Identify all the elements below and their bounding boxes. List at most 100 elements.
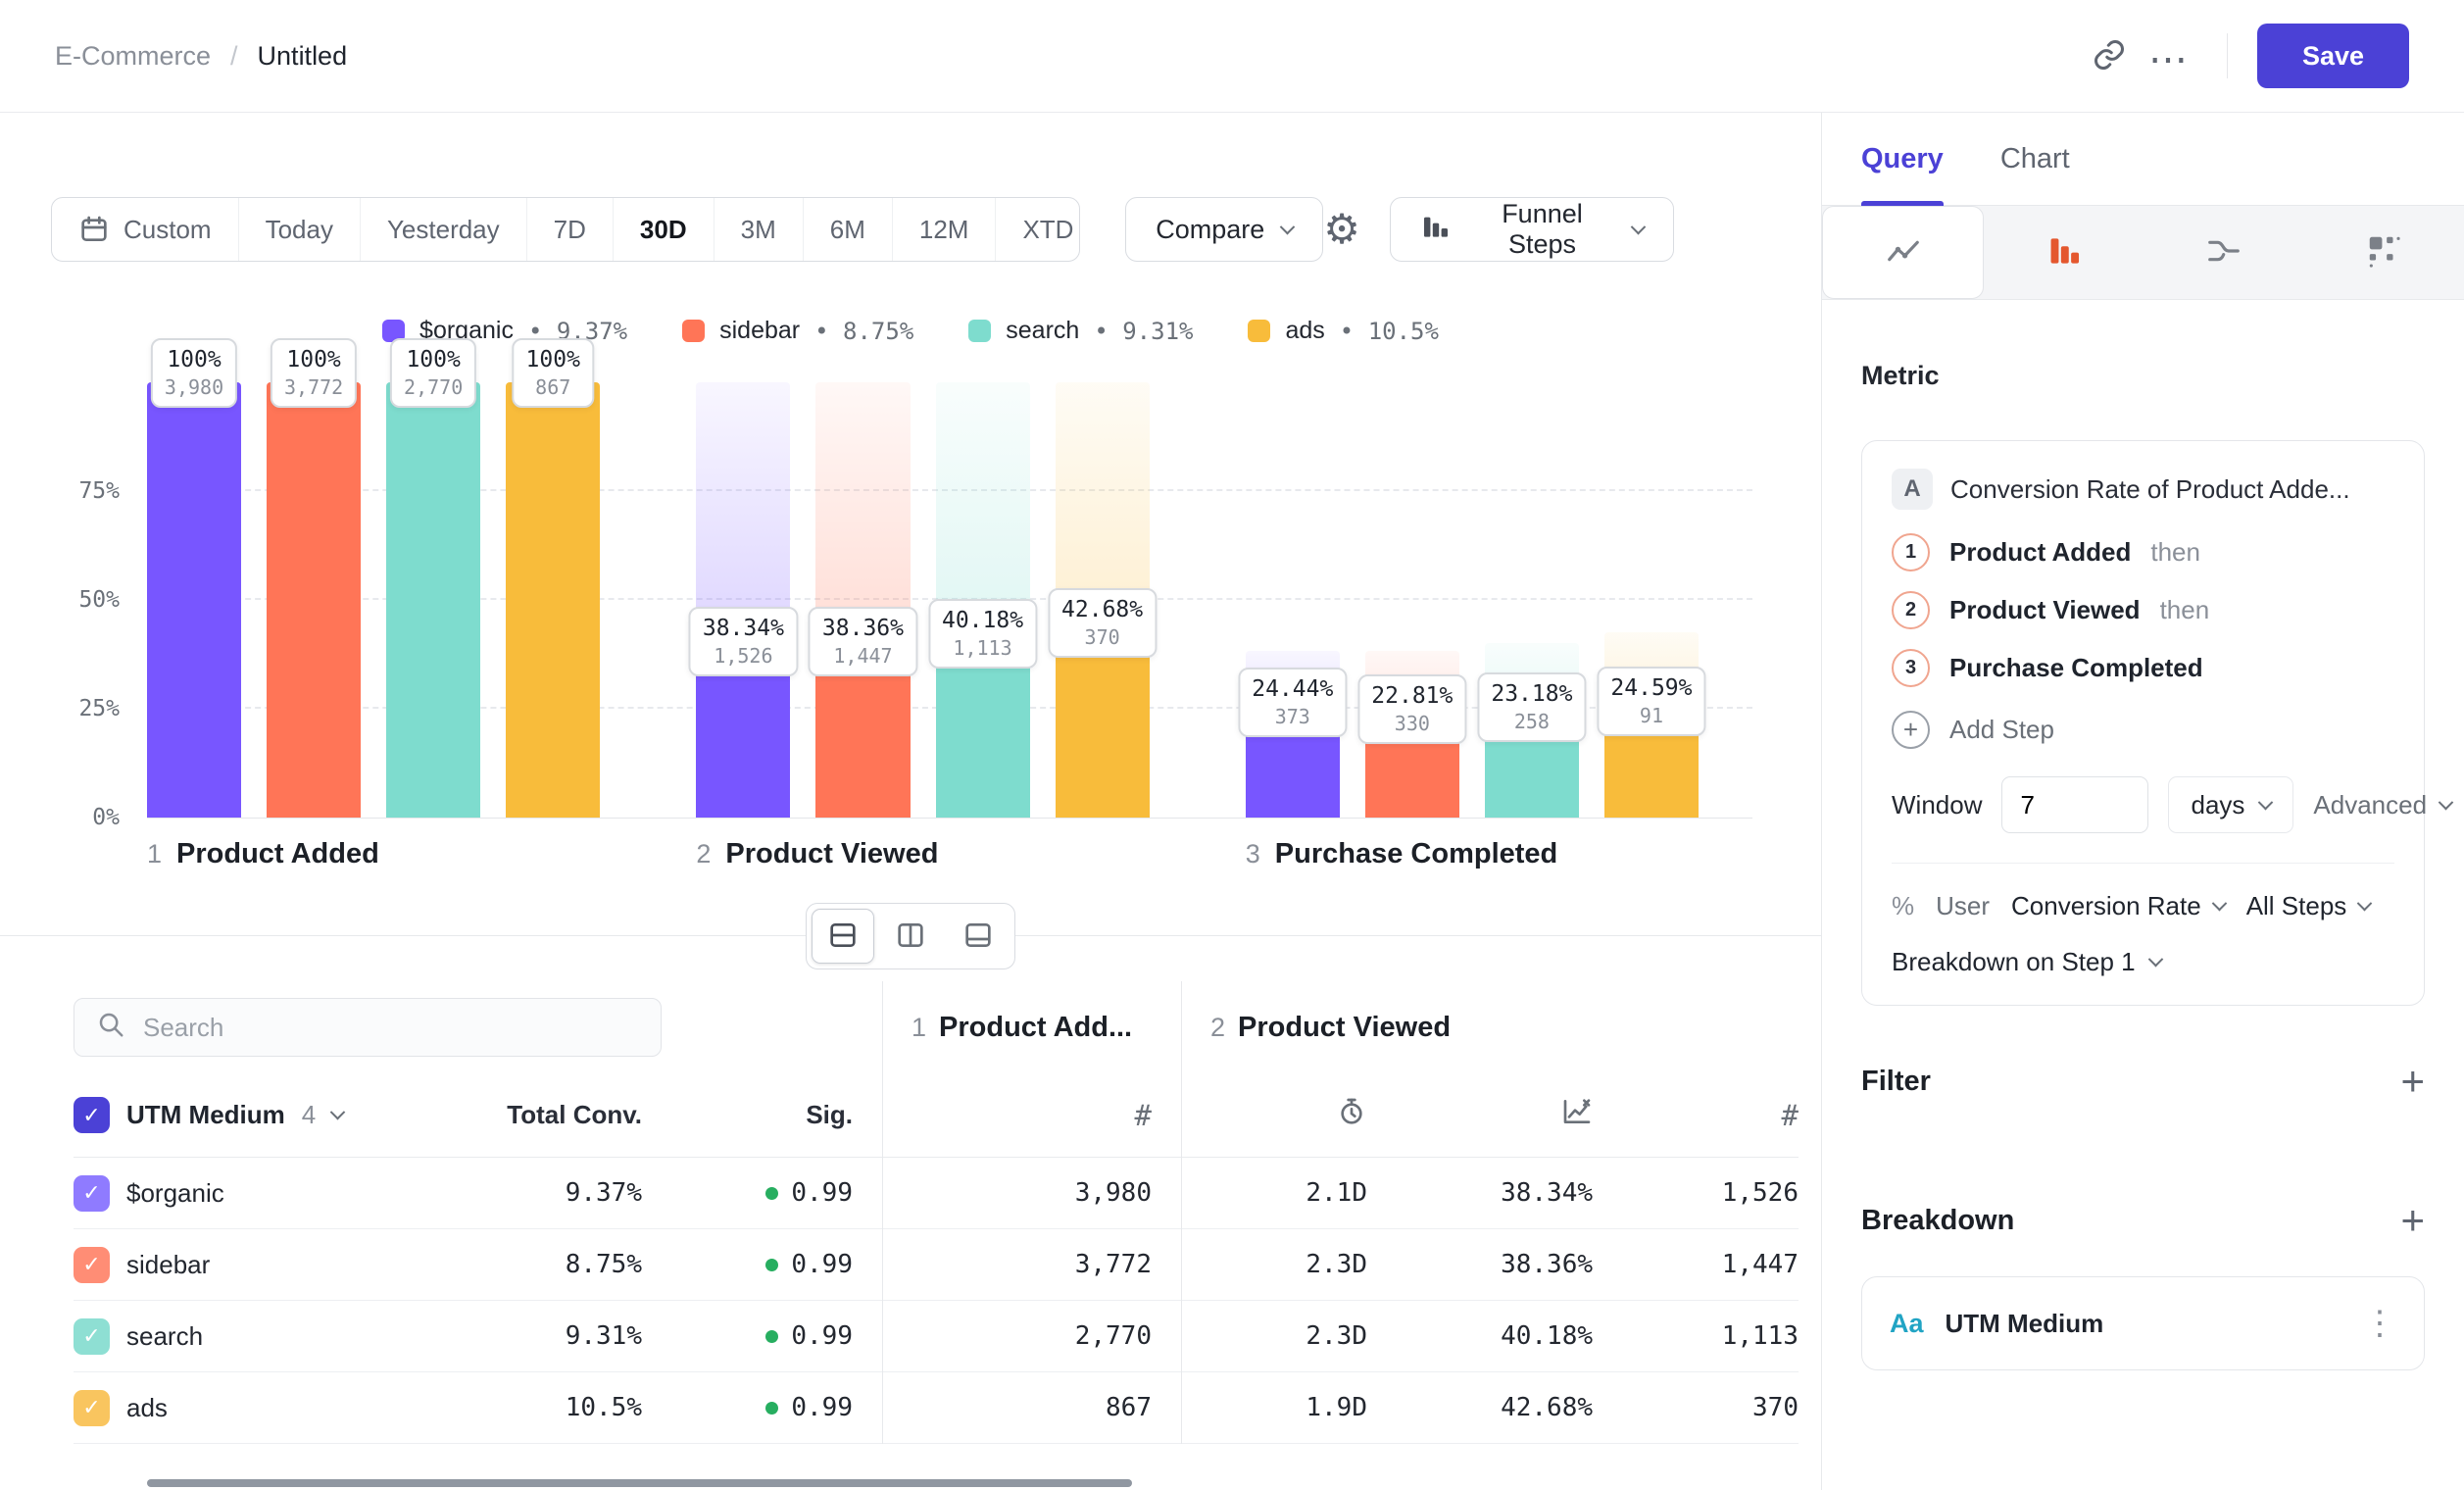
table-row[interactable]: ads10.5%0.998671.9D42.68%370 — [74, 1372, 1799, 1444]
tab-funnels[interactable] — [1984, 206, 2144, 299]
row-checkbox[interactable] — [74, 1390, 110, 1426]
metric-step[interactable]: 2Product Viewedthen — [1892, 591, 2394, 629]
window-unit-select[interactable]: days — [2168, 776, 2293, 833]
hash-icon[interactable] — [1782, 1099, 1799, 1132]
metric-section-label: Metric — [1861, 361, 2425, 391]
funnel-bar-converted — [936, 643, 1030, 818]
row-total-conv: 8.75% — [431, 1250, 642, 1279]
funnel-step-group: 100%3,980 100%3,772 100%2,770 100%867 — [147, 382, 600, 818]
chart-toolbar: CustomTodayYesterday7D 30D 3M6M12MXTD Comp… — [51, 197, 1674, 262]
window-value-input[interactable] — [2001, 776, 2148, 833]
significance-header[interactable]: Sig. — [642, 1100, 853, 1130]
add-filter-button[interactable] — [2400, 1061, 2425, 1102]
bar-label-percent: 42.68% — [1061, 597, 1143, 622]
row-step2-conv-rate: 40.18% — [1367, 1321, 1593, 1351]
funnel-bar[interactable]: 100%867 — [506, 382, 600, 818]
step-number: 3 — [1246, 839, 1260, 869]
date-range-12m[interactable]: 12M — [893, 198, 997, 261]
breakdown-property-card[interactable]: Aa UTM Medium — [1861, 1276, 2425, 1370]
date-range-30d[interactable]: 30D — [614, 198, 715, 261]
conversion-entity[interactable]: User — [1936, 891, 1990, 921]
funnel-bar[interactable]: 38.36%1,447 — [815, 382, 910, 818]
kebab-menu-icon[interactable] — [2363, 1304, 2396, 1343]
funnel-bar[interactable]: 22.81%330 — [1365, 382, 1459, 818]
date-range-3m[interactable]: 3M — [715, 198, 804, 261]
save-button[interactable]: Save — [2257, 24, 2409, 88]
tab-flows[interactable] — [2144, 206, 2304, 299]
row-step1-count: 3,980 — [912, 1178, 1152, 1208]
table-row[interactable]: search9.31%0.992,7702.3D40.18%1,113 — [74, 1301, 1799, 1372]
bar-label-count: 258 — [1491, 710, 1572, 733]
more-options-button[interactable] — [2139, 26, 2197, 85]
date-range-label: 30D — [640, 215, 687, 245]
funnel-bar[interactable]: 42.68%370 — [1056, 382, 1150, 818]
metric-letter-badge: A — [1892, 469, 1933, 510]
funnel-bar[interactable]: 38.34%1,526 — [696, 382, 790, 818]
funnel-bar[interactable]: 24.44%373 — [1246, 382, 1340, 818]
search-box[interactable] — [74, 998, 662, 1057]
chevron-down-icon[interactable] — [330, 1105, 346, 1120]
funnel-bar[interactable]: 24.59%91 — [1604, 382, 1699, 818]
add-step-button[interactable]: Add Step — [1892, 711, 2054, 749]
step2-conv-rate-column[interactable] — [1367, 1096, 1593, 1134]
breadcrumb-project[interactable]: E-Commerce — [55, 41, 211, 72]
funnel-step-group: 38.34%1,526 38.36%1,447 40.18%1,113 42.68%3… — [696, 382, 1149, 818]
date-range-7d[interactable]: 7D — [527, 198, 614, 261]
compare-label: Compare — [1156, 215, 1264, 245]
funnel-bar[interactable]: 100%2,770 — [386, 382, 480, 818]
tab-insights[interactable] — [1822, 206, 1984, 299]
date-range-xtd[interactable]: XTD — [996, 198, 1080, 261]
breakdown-on-step-select[interactable]: Breakdown on Step 1 — [1892, 947, 2161, 977]
tab-chart[interactable]: Chart — [2000, 113, 2070, 205]
step2-avg-time-column[interactable] — [1210, 1096, 1367, 1134]
funnel-bar[interactable]: 100%3,772 — [267, 382, 361, 818]
step-name: Purchase Completed — [1949, 653, 2203, 683]
view-toggle-split-vertical[interactable] — [879, 909, 942, 964]
compare-button[interactable]: Compare — [1125, 197, 1323, 262]
view-selector-button[interactable]: Funnel Steps — [1390, 197, 1674, 262]
funnel-bar[interactable]: 100%3,980 — [147, 382, 241, 818]
conversion-scope-select[interactable]: All Steps — [2246, 891, 2371, 921]
add-breakdown-button[interactable] — [2400, 1200, 2425, 1241]
tab-query[interactable]: Query — [1861, 113, 1944, 205]
date-range-custom[interactable]: Custom — [52, 198, 239, 261]
metric-step[interactable]: 3Purchase Completed — [1892, 649, 2394, 687]
table-row[interactable]: sidebar8.75%0.993,7722.3D38.36%1,447 — [74, 1229, 1799, 1301]
filter-section: Filter — [1861, 1061, 2425, 1102]
advanced-button[interactable]: Advanced — [2313, 790, 2451, 820]
chart-table-divider — [0, 935, 1821, 936]
conversion-metric-select[interactable]: Conversion Rate — [2011, 891, 2225, 921]
date-range-today[interactable]: Today — [239, 198, 361, 261]
conversion-settings-row: % User Conversion Rate All Steps — [1892, 863, 2394, 921]
view-toggle-split-horizontal[interactable] — [812, 909, 874, 964]
legend-item: search9.31% — [968, 317, 1193, 345]
total-conv-header[interactable]: Total Conv. — [431, 1100, 642, 1130]
breadcrumb-report-title[interactable]: Untitled — [258, 41, 348, 72]
hash-icon[interactable] — [1135, 1099, 1152, 1132]
select-all-checkbox[interactable] — [74, 1097, 110, 1133]
share-link-button[interactable] — [2080, 26, 2139, 85]
tab-retention[interactable] — [2304, 206, 2464, 299]
search-input[interactable] — [143, 1013, 639, 1043]
chart-settings-button[interactable] — [1323, 209, 1360, 250]
date-range-yesterday[interactable]: Yesterday — [361, 198, 527, 261]
row-checkbox[interactable] — [74, 1318, 110, 1355]
chevron-down-icon — [2357, 896, 2373, 912]
table-row[interactable]: $organic9.37%0.993,9802.1D38.34%1,526 — [74, 1158, 1799, 1229]
date-range-6m[interactable]: 6M — [804, 198, 893, 261]
bar-label: 24.44%373 — [1238, 668, 1347, 737]
funnel-bar[interactable]: 40.18%1,113 — [936, 382, 1030, 818]
row-checkbox[interactable] — [74, 1175, 110, 1212]
metric-header[interactable]: A Conversion Rate of Product Adde... — [1892, 469, 2394, 510]
horizontal-scrollbar[interactable] — [147, 1479, 1132, 1487]
bar-label: 23.18%258 — [1477, 672, 1586, 742]
row-step2-avg-time: 2.3D — [1210, 1321, 1367, 1351]
row-checkbox[interactable] — [74, 1247, 110, 1283]
view-toggle-chart-only[interactable] — [947, 909, 1010, 964]
row-significance: 0.99 — [642, 1178, 853, 1208]
metric-step[interactable]: 1Product Addedthen — [1892, 533, 2394, 571]
group-by-label[interactable]: UTM Medium — [126, 1100, 285, 1130]
funnel-bar[interactable]: 23.18%258 — [1485, 382, 1579, 818]
bar-label: 100%3,772 — [271, 338, 357, 408]
percent-sign: % — [1892, 891, 1914, 921]
